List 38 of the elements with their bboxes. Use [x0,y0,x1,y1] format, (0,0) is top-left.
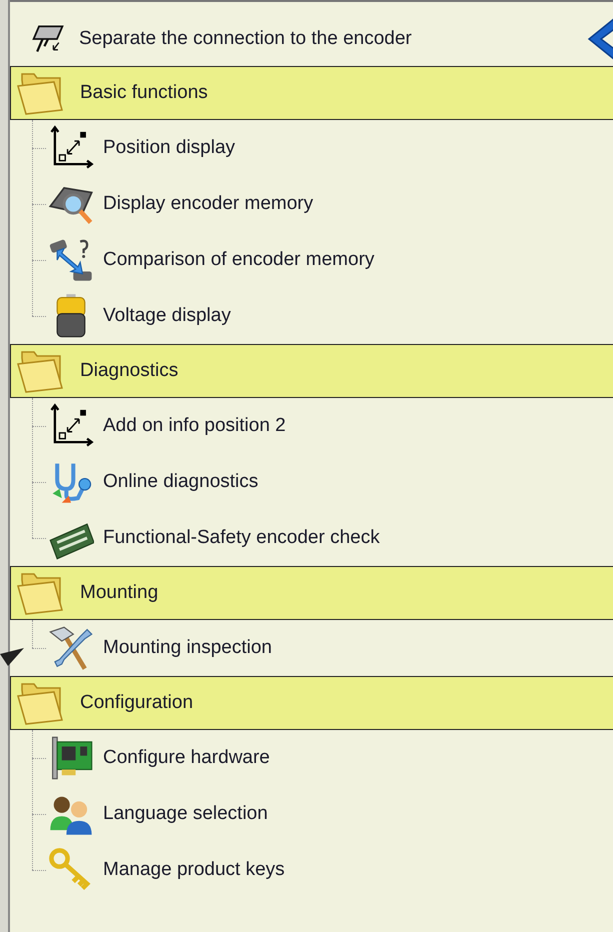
group-title: Diagnostics [80,360,178,382]
group-header[interactable]: Basic functions [10,66,613,120]
menu-item[interactable]: Configure hardware [10,730,613,786]
menu-item[interactable]: Display encoder memory [10,176,613,232]
menu-item[interactable]: Language selection [10,786,613,842]
menu-item-label: Language selection [103,803,268,825]
group-header[interactable]: Mounting [10,566,613,620]
menu-item-label: Manage product keys [103,859,285,881]
menu-item[interactable]: Functional-Safety encoder check [10,510,613,566]
menu-item[interactable]: Comparison of encoder memory [10,232,613,288]
menu-item[interactable]: Position display [10,120,613,176]
group-title: Mounting [80,582,158,604]
group-header[interactable]: Configuration [10,676,613,730]
back-chevron-icon[interactable] [585,16,613,62]
menu-item-label: Add on info position 2 [103,415,286,437]
axes-icon [48,125,94,171]
tools-icon [48,625,94,671]
menu-item-label: Functional-Safety encoder check [103,527,380,549]
group-title: Basic functions [80,82,208,104]
double-arrow-icon [48,237,94,283]
menu-item[interactable]: Mounting inspection [10,620,613,676]
menu-item-label: Voltage display [103,305,231,327]
pointer-arrow-icon [0,648,24,666]
group-title: Configuration [80,692,194,714]
group-header[interactable]: Diagnostics [10,344,613,398]
top-action-label: Separate the connection to the encoder [79,28,412,50]
menu-item-label: Online diagnostics [103,471,258,493]
menu-item-label: Mounting inspection [103,637,272,659]
menu-item[interactable]: Manage product keys [10,842,613,898]
menu-item-label: Comparison of encoder memory [103,249,374,271]
menu-item-label: Position display [103,137,236,159]
axes-icon [48,403,94,449]
menu-item[interactable]: Add on info position 2 [10,398,613,454]
menu-item-label: Configure hardware [103,747,270,769]
top-action-row[interactable]: Separate the connection to the encoder [10,11,613,66]
menu-item[interactable]: Online diagnostics [10,454,613,510]
menu-item-label: Display encoder memory [103,193,314,215]
menu-item[interactable]: Voltage display [10,288,613,344]
